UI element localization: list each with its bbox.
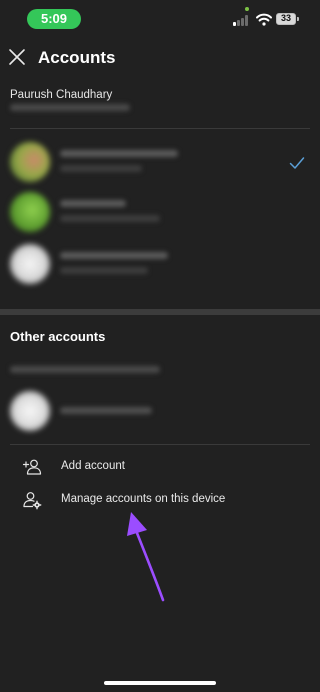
close-icon[interactable] — [6, 46, 28, 68]
add-account-button[interactable]: Add account — [0, 452, 320, 482]
annotation-arrow — [127, 512, 165, 602]
add-person-icon — [22, 459, 42, 475]
section-separator — [0, 309, 320, 315]
avatar — [10, 142, 50, 182]
manage-accounts-label: Manage accounts on this device — [61, 493, 226, 505]
avatar — [10, 192, 50, 232]
status-bar: 5:09 33 — [0, 0, 320, 38]
manage-person-icon — [23, 492, 42, 510]
account-name-redacted — [60, 150, 178, 157]
camera-indicator-dot — [245, 7, 249, 11]
account-row[interactable] — [0, 242, 320, 288]
other-accounts-heading: Other accounts — [10, 329, 106, 344]
signal-icon — [233, 15, 251, 26]
other-account-row[interactable] — [0, 389, 320, 435]
status-time: 5:09 — [27, 9, 81, 29]
battery-icon: 33 — [276, 13, 296, 25]
account-email-redacted — [60, 165, 142, 172]
account-owner-email-redacted — [10, 104, 130, 111]
battery-tip — [297, 17, 299, 21]
divider — [10, 444, 310, 445]
account-row[interactable] — [0, 190, 320, 236]
avatar — [10, 391, 50, 431]
header: Accounts — [0, 40, 320, 76]
account-email-redacted — [60, 215, 160, 222]
account-row-active[interactable] — [0, 140, 320, 186]
checkmark-icon — [289, 157, 305, 169]
divider — [10, 128, 310, 129]
account-email-redacted — [60, 267, 148, 274]
wifi-icon — [256, 13, 272, 26]
account-name-redacted — [60, 252, 168, 259]
account-name-redacted — [60, 407, 152, 414]
account-owner-name: Paurush Chaudhary — [10, 89, 113, 101]
account-name-redacted — [60, 200, 126, 207]
home-indicator[interactable] — [104, 681, 216, 685]
other-account-email-redacted — [10, 366, 160, 373]
add-account-label: Add account — [61, 460, 125, 472]
avatar — [10, 244, 50, 284]
page-title: Accounts — [38, 48, 116, 67]
